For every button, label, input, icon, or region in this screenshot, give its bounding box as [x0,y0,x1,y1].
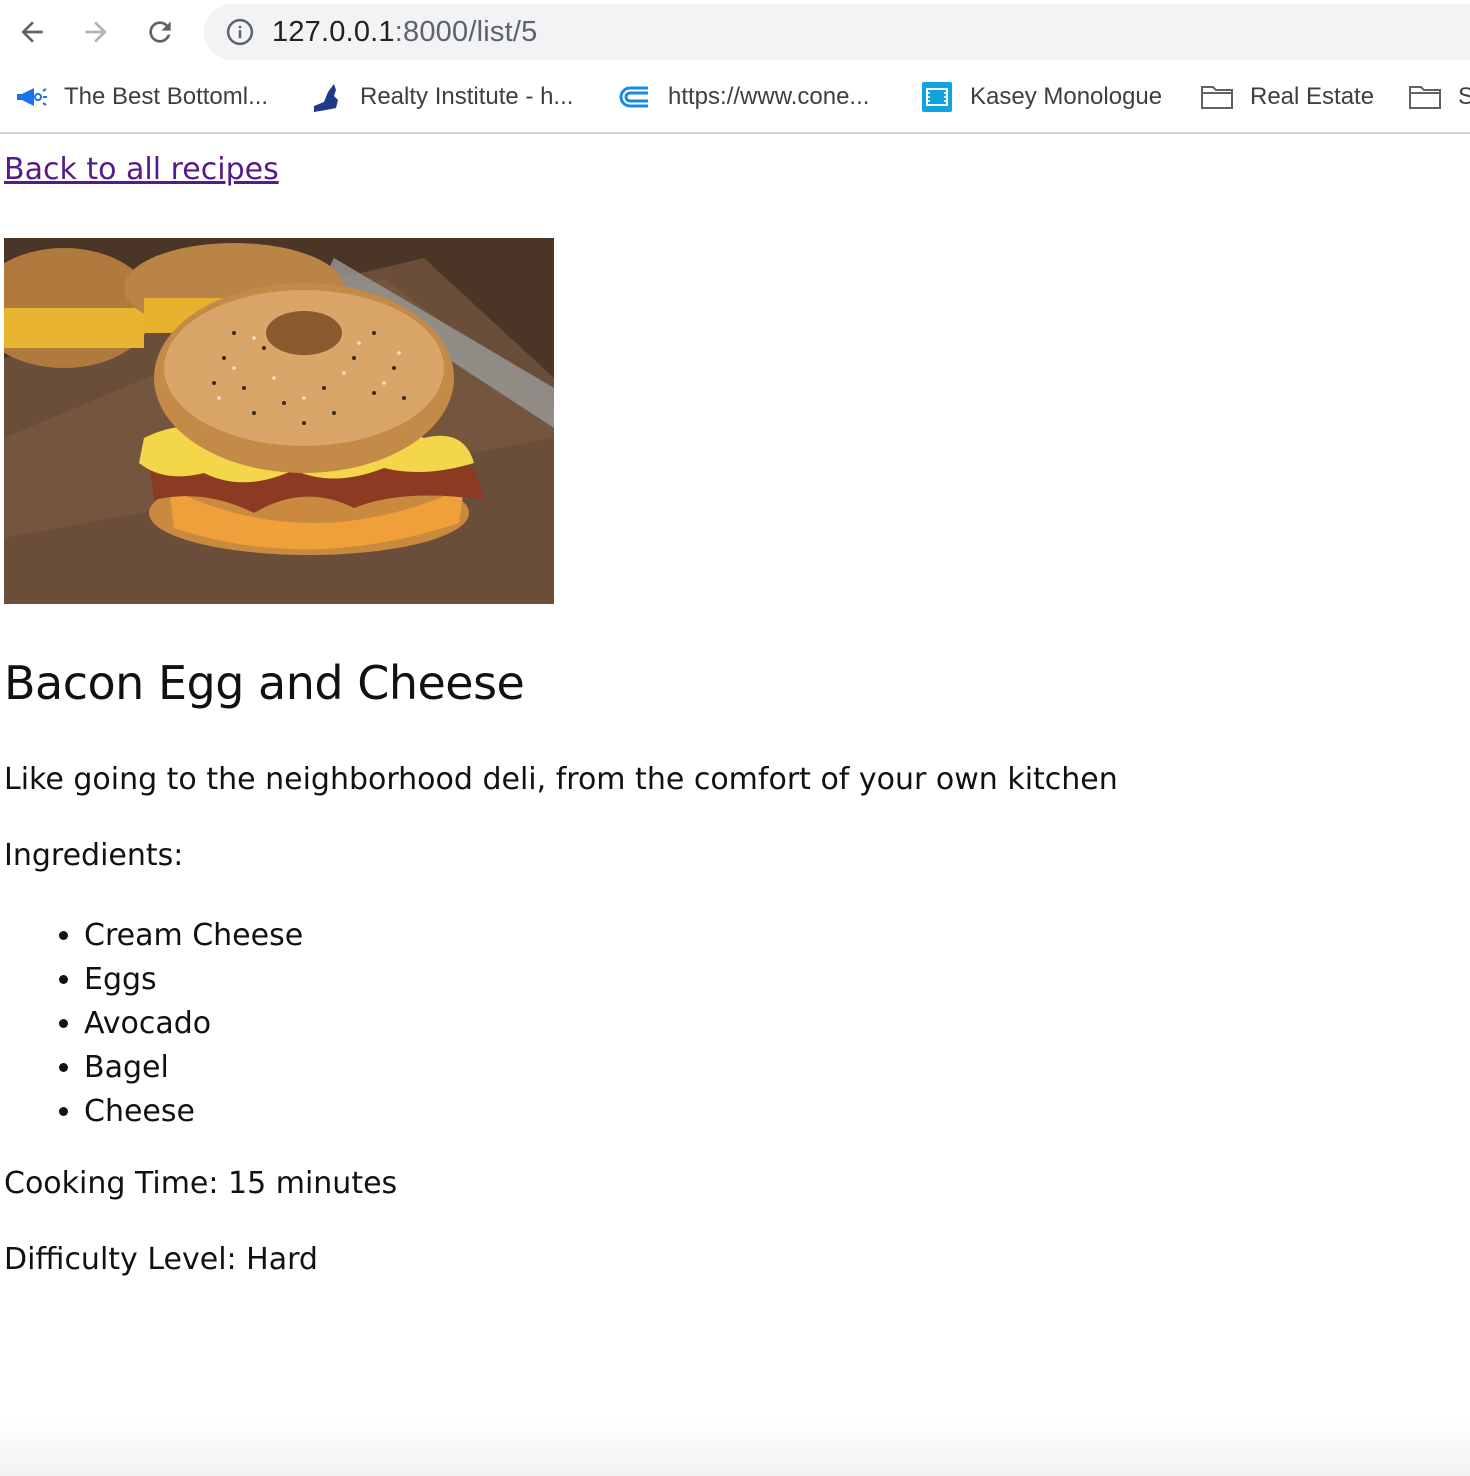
ingredients-label: Ingredients: [4,838,184,873]
bookmark-label: https://www.cone... [668,83,870,110]
ingredient-item: Cream Cheese [84,914,303,958]
bookmark-label: Kasey Monologue [970,83,1163,110]
bookmark-realty-institute[interactable]: Realty Institute - h... [310,78,573,116]
bookmark-conedison[interactable]: https://www.cone... [618,78,869,116]
cooking-time: Cooking Time: 15 minutes [4,1166,398,1201]
ingredient-item: Bagel [84,1046,303,1090]
bottom-fade [0,1420,1470,1476]
bookmark-best-bottomline[interactable]: The Best Bottoml... [14,78,268,116]
film-icon [920,80,954,114]
bookmark-label: S [1458,83,1470,110]
bookmarks-bar: The Best Bottoml... Realty Institute - h… [0,72,1470,122]
back-arrow-icon[interactable] [12,12,52,52]
conedison-icon [618,80,652,114]
ingredient-item: Cheese [84,1090,303,1134]
folder-icon [1200,80,1234,114]
url-text: 127.0.0.1:8000/list/5 [272,16,537,49]
recipe-title: Bacon Egg and Cheese [4,656,525,710]
difficulty-level: Difficulty Level: Hard [4,1242,318,1277]
bookmark-label: The Best Bottoml... [64,83,269,110]
bookmark-folder-s[interactable]: S [1408,78,1470,116]
new-york-state-icon [310,80,344,114]
forward-arrow-icon[interactable] [76,12,116,52]
reload-icon[interactable] [140,12,180,52]
recipe-image [4,238,554,604]
back-to-recipes-link[interactable]: Back to all recipes [4,152,279,187]
bookmark-folder-real-estate[interactable]: Real Estate [1200,78,1374,116]
folder-icon [1408,80,1442,114]
bookmark-label: Real Estate [1250,83,1375,110]
browser-toolbar: 127.0.0.1:8000/list/5 [0,0,1470,64]
chrome-divider [0,132,1470,134]
url-host: 127.0.0.1 [272,15,395,48]
bagel-sandwich-illustration [4,238,554,604]
info-icon[interactable] [224,16,256,48]
bookmark-kasey-monologue[interactable]: Kasey Monologue [920,78,1162,116]
url-path: :8000/list/5 [394,15,538,48]
address-bar[interactable]: 127.0.0.1:8000/list/5 [204,4,1470,60]
ingredient-item: Avocado [84,1002,303,1046]
ingredient-item: Eggs [84,958,303,1002]
megaphone-icon [14,80,48,114]
ingredients-list: Cream Cheese Eggs Avocado Bagel Cheese [4,914,303,1134]
bookmark-label: Realty Institute - h... [360,83,574,110]
recipe-description: Like going to the neighborhood deli, fro… [4,762,1118,797]
